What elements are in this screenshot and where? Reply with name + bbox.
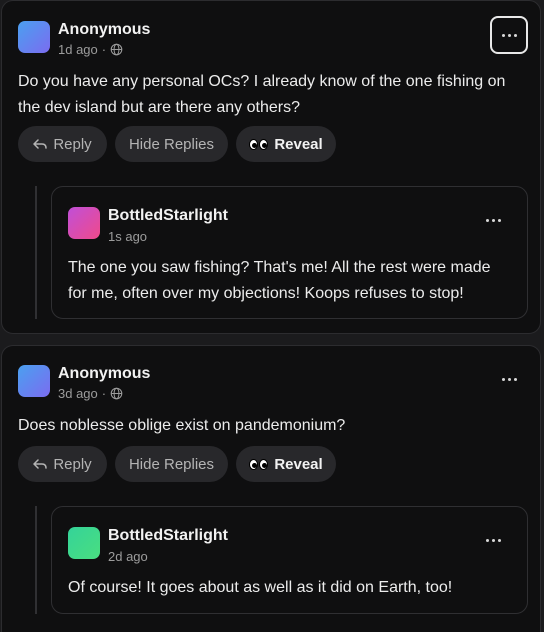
reveal-label: Reveal bbox=[274, 135, 323, 153]
eyes-icon bbox=[249, 138, 269, 150]
hide-replies-button[interactable]: Hide Replies bbox=[115, 446, 228, 482]
reveal-button[interactable]: Reveal bbox=[236, 446, 336, 482]
timestamp: 2d ago bbox=[108, 549, 148, 564]
comment-card: Anonymous 3d ago · Does noblesse oblige … bbox=[1, 345, 541, 632]
more-options-button[interactable] bbox=[474, 201, 512, 239]
avatar[interactable] bbox=[18, 365, 50, 397]
comment-meta: 1s ago bbox=[108, 229, 147, 244]
reveal-label: Reveal bbox=[274, 455, 323, 473]
avatar[interactable] bbox=[68, 207, 100, 239]
avatar[interactable] bbox=[68, 527, 100, 559]
avatar[interactable] bbox=[18, 21, 50, 53]
more-options-button[interactable] bbox=[490, 16, 528, 54]
more-horizontal-icon bbox=[485, 538, 501, 542]
reply-button[interactable]: Reply bbox=[18, 126, 107, 162]
reply-card: BottledStarlight 1s ago The one you saw … bbox=[51, 186, 528, 319]
reply-text: Of course! It goes about as well as it d… bbox=[68, 579, 453, 596]
more-horizontal-icon bbox=[485, 218, 501, 222]
more-options-button[interactable] bbox=[474, 521, 512, 559]
thread-line bbox=[35, 186, 37, 319]
comment-text: Do you have any personal OCs? I already … bbox=[18, 73, 506, 116]
reply-text: The one you saw fishing? That's me! All … bbox=[68, 259, 491, 302]
reply-card: BottledStarlight 2d ago Of course! It go… bbox=[51, 506, 528, 614]
comment-meta: 2d ago bbox=[108, 549, 148, 564]
reply-arrow-icon bbox=[33, 459, 48, 469]
timestamp: 3d ago bbox=[58, 386, 98, 401]
hide-replies-label: Hide Replies bbox=[128, 455, 215, 473]
globe-icon bbox=[110, 43, 123, 56]
comment-text: Does noblesse oblige exist on pandemoniu… bbox=[18, 417, 346, 434]
reply-button[interactable]: Reply bbox=[18, 446, 107, 482]
more-horizontal-icon bbox=[501, 33, 517, 37]
author-name[interactable]: BottledStarlight bbox=[108, 527, 228, 545]
comment-meta: 1d ago · bbox=[58, 42, 123, 57]
reply-label: Reply bbox=[53, 455, 92, 473]
reveal-button[interactable]: Reveal bbox=[236, 126, 336, 162]
comment-meta: 3d ago · bbox=[58, 386, 123, 401]
eyes-icon bbox=[249, 458, 269, 470]
hide-replies-label: Hide Replies bbox=[128, 135, 215, 153]
more-options-button[interactable] bbox=[490, 360, 528, 398]
timestamp: 1s ago bbox=[108, 229, 148, 244]
reply-arrow-icon bbox=[33, 139, 48, 149]
author-name[interactable]: BottledStarlight bbox=[108, 207, 228, 225]
timestamp: 1d ago bbox=[58, 42, 98, 57]
more-horizontal-icon bbox=[501, 377, 517, 381]
thread-line bbox=[35, 506, 37, 614]
reply-label: Reply bbox=[53, 135, 92, 153]
author-name[interactable]: Anonymous bbox=[58, 365, 150, 383]
hide-replies-button[interactable]: Hide Replies bbox=[115, 126, 228, 162]
globe-icon bbox=[110, 387, 123, 400]
comment-card: Anonymous 1d ago · Do you have any perso… bbox=[1, 0, 541, 334]
author-name[interactable]: Anonymous bbox=[58, 21, 150, 39]
